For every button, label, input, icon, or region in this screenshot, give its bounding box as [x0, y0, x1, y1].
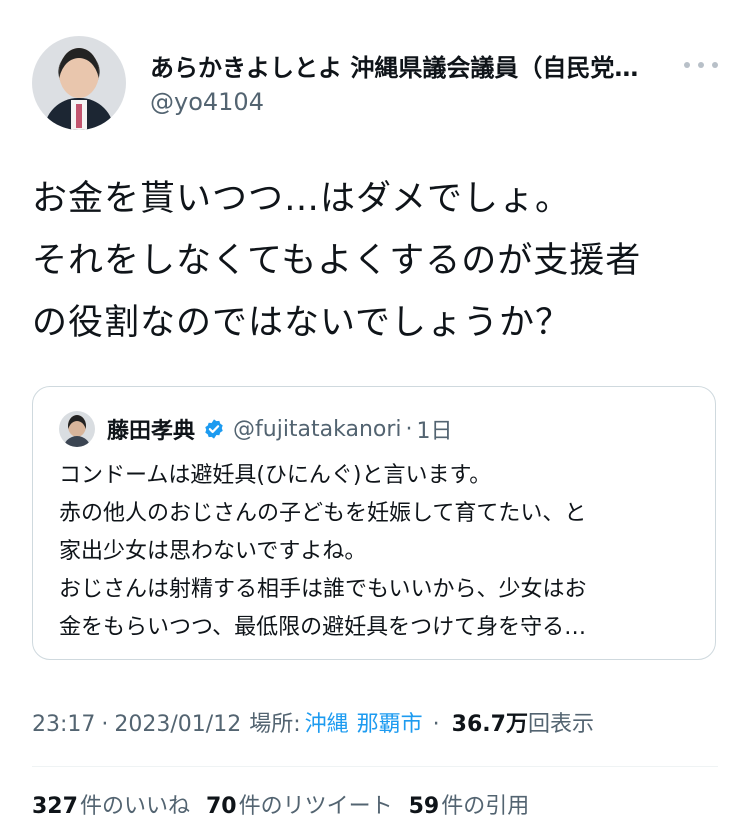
- tweet-stats: 327 件のいいね 70 件のリツイート 59 件の引用: [32, 788, 545, 820]
- location-label: 場所:: [249, 712, 301, 737]
- likes-count[interactable]: 327: [32, 794, 78, 819]
- tweet-text: お金を貰いつつ…はダメでしょ。 それをしなくてもよくするのが支援者 の役割なので…: [32, 179, 642, 343]
- divider: [32, 766, 718, 767]
- quotes-label[interactable]: 件の引用: [441, 788, 529, 820]
- quoted-tweet-time[interactable]: 1日: [417, 413, 453, 445]
- author-handle[interactable]: @yo4104: [150, 88, 264, 116]
- quotes-count[interactable]: 59: [409, 794, 440, 819]
- likes-label[interactable]: 件のいいね: [80, 788, 190, 820]
- separator-dot: ·: [432, 712, 440, 737]
- tweet-header: あらかきよしとよ 沖縄県議会議員（自民党… @yo4104: [32, 36, 722, 132]
- quoted-tweet-text: コンドームは避妊具(ひにんぐ)と言います。 赤の他人のおじさんの子どもを妊娠して…: [59, 463, 587, 640]
- quoted-tweet[interactable]: 藤田孝典 @fujitatakanori · 1日 コンドームは避妊具(ひにんぐ…: [32, 386, 716, 660]
- location-city-link[interactable]: 沖縄: [305, 706, 349, 738]
- verified-badge-icon: [205, 419, 223, 439]
- tweet-time[interactable]: 23:17: [32, 712, 95, 737]
- retweets-label[interactable]: 件のリツイート: [239, 788, 393, 820]
- separator-dot: ·: [405, 416, 413, 442]
- separator-dot: ·: [101, 712, 109, 737]
- more-icon[interactable]: [684, 60, 718, 70]
- retweets-count[interactable]: 70: [206, 794, 237, 819]
- author-name[interactable]: あらかきよしとよ 沖縄県議会議員（自民党…: [150, 48, 690, 83]
- quoted-tweet-header: 藤田孝典 @fujitatakanori · 1日: [59, 411, 453, 447]
- tweet-meta: 23:17 · 2023/01/12 場所: 沖縄 那覇市 · 36.7万 回表…: [32, 706, 594, 738]
- location-area-link[interactable]: 那覇市: [357, 706, 423, 738]
- views-label: 回表示: [527, 712, 594, 737]
- quoted-author-avatar[interactable]: [59, 411, 95, 447]
- quoted-author-name[interactable]: 藤田孝典: [107, 413, 195, 445]
- author-avatar[interactable]: [32, 36, 126, 130]
- tweet-date[interactable]: 2023/01/12: [114, 712, 241, 737]
- quoted-author-handle[interactable]: @fujitatakanori: [233, 417, 402, 442]
- views-count[interactable]: 36.7万: [452, 706, 528, 738]
